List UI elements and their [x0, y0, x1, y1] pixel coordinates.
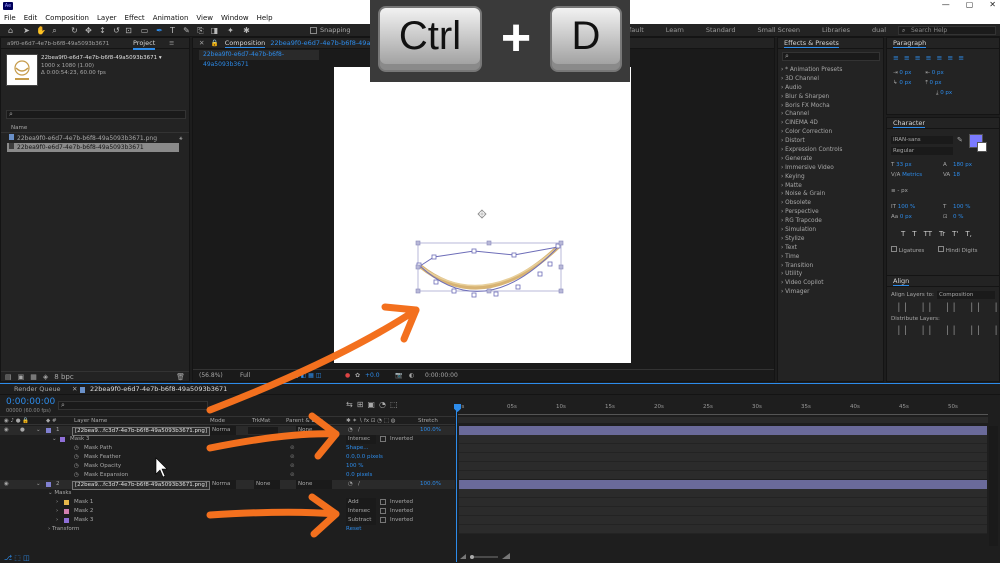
mouse-cursor-icon — [155, 457, 168, 478]
annotation-arrows — [155, 303, 420, 538]
arrow-to-mask — [206, 306, 420, 414]
